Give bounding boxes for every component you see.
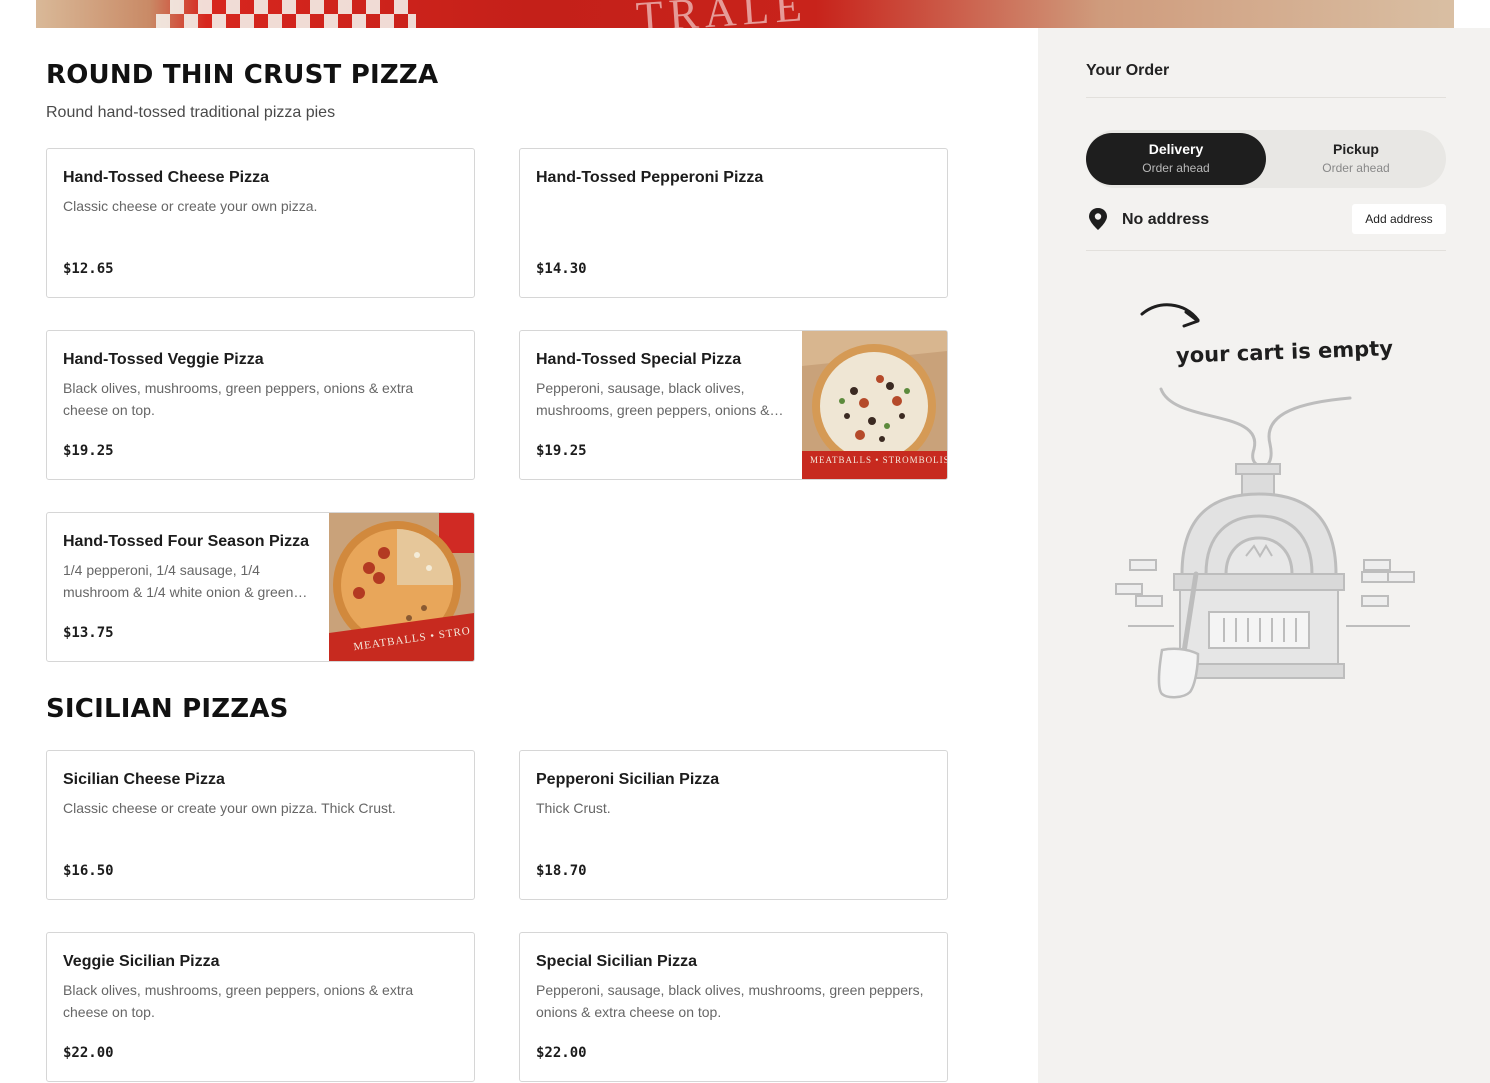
item-description: Pepperoni, sausage, black olives, mushro…	[536, 380, 770, 418]
hero-watermark-text: TRALE	[634, 0, 810, 28]
item-price: $13.75	[63, 625, 114, 641]
item-name: Special Sicilian Pizza	[536, 953, 697, 970]
item-name: Veggie Sicilian Pizza	[63, 953, 220, 970]
pickup-option[interactable]: Pickup Order ahead	[1266, 133, 1446, 185]
item-name: Hand-Tossed Cheese Pizza	[63, 169, 269, 186]
item-price: $19.25	[63, 443, 114, 459]
item-description: Pepperoni, sausage, black olives, mushro…	[536, 982, 924, 1020]
section-subtitle-round: Round hand-tossed traditional pizza pies	[46, 104, 336, 121]
hero-banner-image: TRALE	[36, 0, 1454, 28]
menu-item-card[interactable]: Hand-Tossed Four Season Pizza 1/4 pepper…	[46, 512, 475, 662]
delivery-label: Delivery	[1148, 141, 1204, 157]
item-description: Thick Crust.	[536, 800, 611, 816]
menu-item-card[interactable]: Hand-Tossed Veggie Pizza Black olives, m…	[46, 330, 475, 480]
item-description: 1/4 pepperoni, 1/4 sausage, 1/4 mushroom…	[63, 562, 294, 600]
item-price: $14.30	[536, 261, 587, 277]
menu-main: ROUND THIN CRUST PIZZA Round hand-tossed…	[0, 28, 1038, 1083]
delivery-sub: Order ahead	[1142, 161, 1210, 175]
order-title: Your Order	[1086, 62, 1170, 79]
item-price: $12.65	[63, 261, 114, 277]
divider	[1086, 97, 1446, 98]
delivery-option[interactable]: Delivery Order ahead	[1086, 133, 1266, 185]
order-sidebar: Your Order Delivery Order ahead Pickup O…	[1038, 28, 1490, 1083]
item-price: $16.50	[63, 863, 114, 879]
item-price: $22.00	[63, 1045, 114, 1061]
address-text: No address	[1122, 211, 1210, 228]
item-name: Hand-Tossed Special Pizza	[536, 351, 742, 368]
pickup-label: Pickup	[1333, 141, 1379, 157]
item-description: Classic cheese or create your own pizza.	[63, 198, 318, 214]
item-name: Sicilian Cheese Pizza	[63, 771, 225, 788]
section-title-sicilian: SICILIAN PIZZAS	[46, 694, 289, 724]
item-name: Hand-Tossed Four Season Pizza	[63, 533, 309, 550]
checkered-cloth	[156, 0, 416, 28]
pizza-photo: MEATBALLS • STRO	[329, 513, 474, 661]
item-price: $18.70	[536, 863, 587, 879]
item-price: $19.25	[536, 443, 587, 459]
empty-cart-illustration: your cart is empty	[1114, 294, 1424, 704]
menu-item-card[interactable]: Pepperoni Sicilian Pizza Thick Crust. $1…	[519, 750, 948, 900]
item-name: Pepperoni Sicilian Pizza	[536, 771, 720, 788]
add-address-button[interactable]: Add address	[1352, 204, 1446, 234]
pizza-photo: MEATBALLS • STROMBOLIS	[802, 331, 947, 479]
menu-item-card[interactable]: Hand-Tossed Cheese Pizza Classic cheese …	[46, 148, 475, 298]
menu-item-card[interactable]: Veggie Sicilian Pizza Black olives, mush…	[46, 932, 475, 1082]
section-title-round: ROUND THIN CRUST PIZZA	[46, 60, 439, 90]
pizza-box-text: MEATBALLS • STROMBOLIS	[810, 455, 947, 465]
item-description: Black olives, mushrooms, green peppers, …	[63, 380, 414, 418]
item-description: Classic cheese or create your own pizza.…	[63, 800, 396, 816]
item-name: Hand-Tossed Veggie Pizza	[63, 351, 264, 368]
item-price: $22.00	[536, 1045, 587, 1061]
item-description: Black olives, mushrooms, green peppers, …	[63, 982, 414, 1020]
address-row: No address Add address	[1086, 204, 1446, 236]
map-pin-icon	[1088, 208, 1108, 235]
item-name: Hand-Tossed Pepperoni Pizza	[536, 169, 764, 186]
menu-item-card[interactable]: Sicilian Cheese Pizza Classic cheese or …	[46, 750, 475, 900]
pickup-sub: Order ahead	[1322, 161, 1390, 175]
fulfillment-toggle: Delivery Order ahead Pickup Order ahead	[1086, 130, 1446, 188]
menu-item-card[interactable]: Hand-Tossed Special Pizza Pepperoni, sau…	[519, 330, 948, 480]
menu-item-card[interactable]: Special Sicilian Pizza Pepperoni, sausag…	[519, 932, 948, 1082]
divider	[1086, 250, 1446, 251]
menu-item-card[interactable]: Hand-Tossed Pepperoni Pizza $14.30	[519, 148, 948, 298]
